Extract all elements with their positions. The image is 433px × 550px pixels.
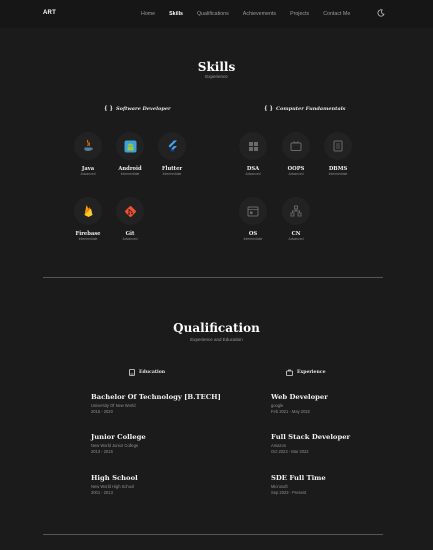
firebase-icon: [84, 205, 92, 217]
group-computer-fundamentals: { } Computer Fundamentals: [264, 106, 345, 112]
skill-icon-wrap: [239, 197, 267, 225]
qualification-date: 2015 - 2020: [91, 409, 113, 414]
skill-flutter[interactable]: Flutter Intermediate: [155, 132, 189, 177]
flutter-icon: [168, 140, 177, 151]
braces-icon: { }: [264, 106, 273, 112]
nav-home[interactable]: Home: [141, 11, 155, 17]
skill-level: Intermediate: [162, 172, 182, 176]
experience-item: Web Developer google Feb 2021 - May 2022: [271, 393, 411, 415]
skill-icon-wrap: [282, 197, 310, 225]
oops-icon: [290, 140, 302, 151]
skill-dbms[interactable]: DBMS Intermediate: [321, 132, 355, 177]
education-icon: [129, 369, 135, 376]
qualification-title: Web Developer: [271, 393, 328, 401]
education-item: High School New World High School 2001 -…: [91, 474, 231, 496]
qualification-date: 2013 - 2015: [91, 449, 113, 454]
qualification-date: Sep 2023 - Present: [271, 490, 307, 495]
briefcase-icon: [286, 369, 293, 376]
skill-firebase[interactable]: Firebase Intermediate: [71, 197, 105, 242]
qualification-date: Feb 2021 - May 2022: [271, 409, 310, 414]
group-software-developer: { } Software Developer: [104, 106, 171, 112]
skill-icon-wrap: [74, 197, 102, 225]
group-label: Computer Fundamentals: [276, 106, 346, 112]
skill-icon-wrap: [324, 132, 352, 160]
skill-java[interactable]: Java Advanced: [71, 132, 105, 177]
nav-links: Home Skills Qualifications Achievements …: [141, 11, 364, 17]
skill-os[interactable]: OS Intermediate: [236, 197, 270, 242]
skill-icon-wrap: [74, 132, 102, 160]
skill-icon-wrap: [282, 132, 310, 160]
skill-cn[interactable]: CN Advanced: [279, 197, 313, 242]
skill-icon-wrap: [116, 197, 144, 225]
skill-oops[interactable]: OOPS Advanced: [279, 132, 313, 177]
skill-git[interactable]: Git Advanced: [113, 197, 147, 242]
logo[interactable]: ART: [43, 10, 56, 16]
skill-level: Advanced: [245, 172, 261, 176]
skill-level: Intermediate: [120, 172, 140, 176]
braces-icon: { }: [104, 106, 113, 112]
os-icon: [247, 206, 259, 216]
qualification-title: Full Stack Developer: [271, 433, 351, 441]
group-label: Software Developer: [116, 106, 171, 112]
nav-qualifications[interactable]: Qualifications: [197, 11, 229, 17]
qualification-title: Bachelor Of Technology [B.TECH]: [91, 393, 221, 401]
qualification-title: Qualification: [173, 321, 260, 335]
navbar: ART Home Skills Qualifications Achieveme…: [0, 0, 433, 28]
skill-level: Advanced: [122, 237, 138, 241]
skills-title: Skills: [197, 60, 236, 74]
nav-projects[interactable]: Projects: [290, 11, 309, 17]
skill-icon-wrap: [239, 132, 267, 160]
skill-level: Intermediate: [243, 237, 263, 241]
skill-dsa[interactable]: DSA Advanced: [236, 132, 270, 177]
section-divider: [43, 277, 383, 278]
skill-level: Intermediate: [78, 237, 98, 241]
experience-item: SDE Full Time Microsoft Sep 2023 - Prese…: [271, 474, 411, 496]
nav-achievements[interactable]: Achievements: [243, 11, 276, 17]
android-icon: [124, 140, 136, 152]
qualification-title: SDE Full Time: [271, 474, 326, 482]
dbms-icon: [333, 140, 343, 152]
experience-item: Full Stack Developer Amazon Oct 2023 - M…: [271, 433, 411, 455]
java-icon: [84, 139, 93, 151]
skills-subtitle: Experience: [205, 74, 228, 79]
skill-android[interactable]: Android Intermediate: [113, 132, 147, 177]
moon-icon[interactable]: [377, 9, 385, 17]
tab-experience[interactable]: Experience: [286, 369, 326, 376]
skill-level: Advanced: [288, 237, 304, 241]
education-item: Bachelor Of Technology [B.TECH] Universi…: [91, 393, 231, 415]
qualification-date: Oct 2023 - Mar 2022: [271, 449, 309, 454]
qualification-date: 2001 - 2013: [91, 490, 113, 495]
nav-contact[interactable]: Contact Me: [323, 11, 350, 17]
skill-icon-wrap: [158, 132, 186, 160]
git-icon: [124, 205, 136, 217]
qualification-title: High School: [91, 474, 138, 482]
education-item: Junior College New World Junior College …: [91, 433, 231, 455]
dsa-icon: [248, 141, 258, 151]
qualification-subtitle: Experience and Education: [190, 337, 243, 342]
experience-label: Experience: [297, 370, 326, 375]
skill-level: Intermediate: [328, 172, 348, 176]
education-label: Education: [139, 370, 166, 375]
cn-icon: [290, 205, 302, 217]
qualification-title: Junior College: [91, 433, 146, 441]
section-divider: [43, 534, 383, 535]
skill-level: Advanced: [80, 172, 96, 176]
skill-icon-wrap: [116, 132, 144, 160]
skill-level: Advanced: [288, 172, 304, 176]
tab-education[interactable]: Education: [129, 369, 165, 376]
nav-skills[interactable]: Skills: [169, 11, 183, 17]
